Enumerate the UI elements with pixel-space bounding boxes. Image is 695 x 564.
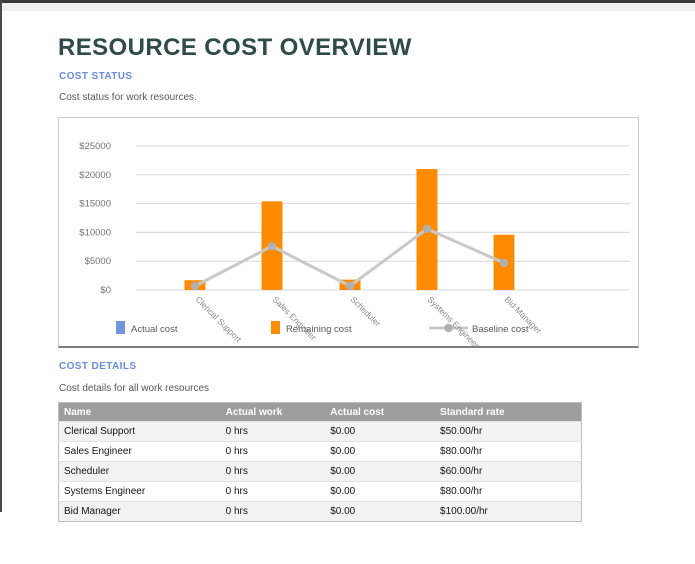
table-cell: $80.00/hr [435, 482, 581, 502]
table-cell: $0.00 [325, 462, 435, 482]
chart-canvas[interactable]: $0 $5000 $10000 $15000 $20000 $25000 Actual co… [59, 118, 638, 346]
line-marker[interactable] [268, 242, 276, 250]
table-cell: 0 hrs [221, 482, 326, 502]
y-axis-tick-label: $15000 [79, 199, 111, 210]
cost-status-description: Cost status for work resources. [59, 92, 197, 103]
column-header: Actual work [221, 403, 326, 422]
table-cell: Bid Manager [59, 502, 221, 522]
table-row[interactable]: Sales Engineer0 hrs$0.00$80.00/hr [59, 442, 582, 462]
cost-status-heading: COST STATUS [59, 71, 132, 82]
y-axis-tick-label: $25000 [79, 141, 111, 152]
table-row[interactable]: Scheduler0 hrs$0.00$60.00/hr [59, 462, 582, 482]
x-axis-category-label: Systems Engineer [426, 294, 482, 346]
y-axis-tick-label: $0 [100, 285, 111, 296]
line-marker[interactable] [191, 282, 199, 290]
table-cell: Clerical Support [59, 422, 221, 442]
legend-swatch-remaining-cost [271, 321, 280, 334]
cost-details-description: Cost details for all work resources [59, 383, 209, 394]
table-row[interactable]: Clerical Support0 hrs$0.00$50.00/hr [59, 422, 582, 442]
legend-label: Actual cost [131, 324, 178, 335]
table-cell: Systems Engineer [59, 482, 221, 502]
y-axis-tick-label: $10000 [79, 227, 111, 238]
x-axis-category-label: Clerical Support [194, 294, 244, 344]
y-axis-tick-label: $20000 [79, 170, 111, 181]
x-axis-category-label: Sales Engineer [271, 294, 319, 342]
line-marker[interactable] [346, 282, 354, 290]
table-cell: $80.00/hr [435, 442, 581, 462]
line-marker[interactable] [500, 259, 508, 267]
table-cell: Scheduler [59, 462, 221, 482]
table-cell: 0 hrs [221, 442, 326, 462]
table-cell: $0.00 [325, 482, 435, 502]
table-row[interactable]: Bid Manager0 hrs$0.00$100.00/hr [59, 502, 582, 522]
column-header: Name [59, 403, 221, 422]
column-header: Standard rate [435, 403, 581, 422]
page-title: RESOURCE COST OVERVIEW [58, 34, 412, 62]
legend-swatch-actual-cost [116, 321, 125, 334]
x-axis-category-label: Scheduler [349, 294, 383, 328]
line-baseline-cost[interactable] [195, 229, 504, 286]
y-axis-tick-label: $5000 [85, 256, 111, 267]
table-cell: Sales Engineer [59, 442, 221, 462]
legend-label: Baseline cost [472, 324, 529, 335]
cost-status-chart[interactable]: $0 $5000 $10000 $15000 $20000 $25000 Actual co… [58, 117, 639, 348]
table-cell: $100.00/hr [435, 502, 581, 522]
table-cell: $50.00/hr [435, 422, 581, 442]
table-cell: $0.00 [325, 442, 435, 462]
cost-details-heading: COST DETAILS [59, 361, 136, 372]
report-page: RESOURCE COST OVERVIEW COST STATUS Cost … [0, 0, 695, 564]
table-cell: 0 hrs [221, 502, 326, 522]
page-top-band [0, 3, 695, 11]
line-marker[interactable] [423, 225, 431, 233]
table-cell: 0 hrs [221, 462, 326, 482]
cost-details-table[interactable]: NameActual workActual costStandard rate … [58, 402, 582, 522]
table-cell: $0.00 [325, 422, 435, 442]
table-header: NameActual workActual costStandard rate [59, 403, 582, 422]
column-header: Actual cost [325, 403, 435, 422]
table-cell: 0 hrs [221, 422, 326, 442]
table-cell: $60.00/hr [435, 462, 581, 482]
table-row[interactable]: Systems Engineer0 hrs$0.00$80.00/hr [59, 482, 582, 502]
table-cell: $0.00 [325, 502, 435, 522]
window-left-edge [0, 0, 2, 512]
